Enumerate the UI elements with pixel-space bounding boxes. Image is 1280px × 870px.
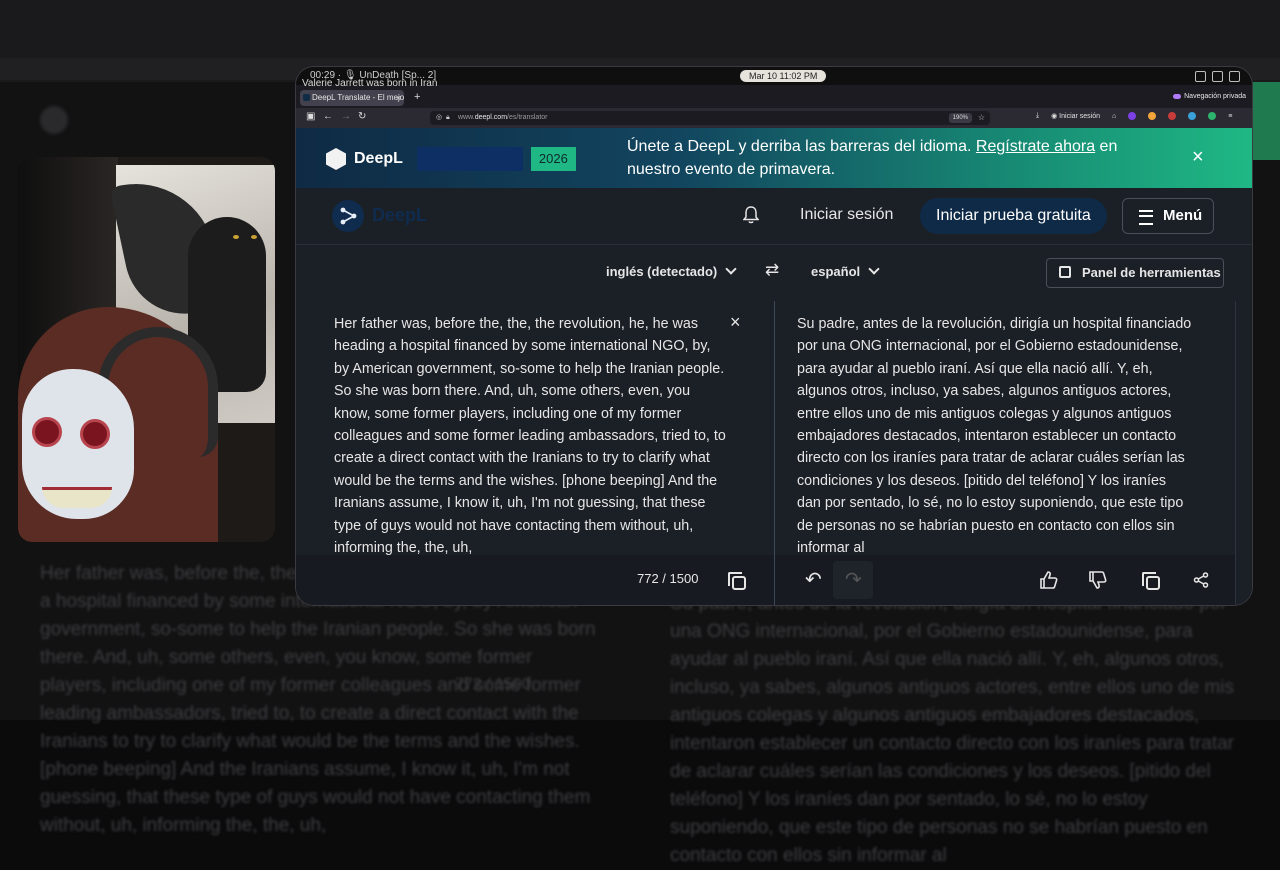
download-icon[interactable]: ⤓ [1036,112,1039,120]
webcam-mask-eye [32,417,62,447]
extensions-icon[interactable]: ⌂ [1112,113,1116,120]
maximize-icon[interactable] [1212,71,1223,82]
thumbs-down-icon[interactable] [1088,570,1108,590]
tab-deepl[interactable]: DeepL Translate - El mejor tr × [300,90,404,106]
extension-icon[interactable] [1208,112,1217,120]
banner-year-badge: 2026 [530,147,576,171]
lock-icon[interactable]: 🔒︎ [446,111,450,125]
source-textarea[interactable]: Her father was, before the, the, the rev… [334,313,728,555]
deepl-favicon-icon [303,94,310,101]
app-header: DeepL Iniciar sesión Iniciar prueba grat… [296,188,1252,245]
chevron-down-icon [868,263,880,275]
promo-banner: DeepL 2026 Únete a DeepL y derriba las b… [296,128,1252,188]
extension-icon[interactable] [1168,112,1177,120]
webcam-cat-eye [251,235,257,239]
bookmark-star-icon[interactable]: ☆ [978,111,985,125]
deepl-mark-icon [340,207,357,225]
background-char-count: 772 / 1500 [455,676,531,693]
system-clock[interactable]: Mar 10 11:02 PM [740,70,827,82]
webcam-overlay [18,157,275,542]
close-window-icon[interactable] [1229,71,1240,82]
copy-translation-icon[interactable] [1142,572,1160,590]
extension-icon[interactable] [1188,112,1197,120]
source-language-select[interactable]: inglés (detectado) [606,263,737,279]
banner-close-icon[interactable]: × [1192,146,1204,169]
target-language-select[interactable]: español [811,263,880,279]
target-pane: Su padre, antes de la revolución, dirigí… [775,301,1235,605]
forward-icon[interactable]: → [341,111,351,122]
new-tab-button[interactable]: + [414,91,420,103]
banner-logo: DeepL 2026 [326,147,576,171]
redo-button[interactable]: ↷ [833,561,873,599]
free-trial-button[interactable]: Iniciar prueba gratuita [920,198,1107,234]
background-banner-edge [1252,82,1280,160]
back-icon[interactable]: ← [323,111,333,122]
toolbar-right: ⤓ ◉ Iniciar sesión ⌂ ≡ [1036,112,1232,120]
character-counter: 772 / 1500 [637,571,699,586]
tab-close-icon[interactable]: × [396,90,401,106]
tools-panel-label: Panel de herramientas [1082,265,1221,280]
deepl-logo[interactable] [332,200,364,232]
webcam-cat-eye [233,235,239,239]
banner-event-badge [416,147,523,171]
site-info-icon[interactable]: ◎ [436,111,442,125]
panel-icon [1059,266,1071,278]
hamburger-icon [1139,210,1153,225]
translation-output: Su padre, antes de la revolución, dirigí… [797,316,1192,555]
window-controls [1195,71,1240,82]
webcam-mask-eye [80,419,110,449]
undo-icon[interactable]: ↶ [805,567,822,592]
reload-icon[interactable]: ↻ [358,111,366,122]
minimize-icon[interactable] [1195,71,1206,82]
copy-source-icon[interactable] [728,572,746,590]
signin-link[interactable]: Iniciar sesión [800,206,893,224]
private-mask-icon [1173,94,1182,99]
private-label: Navegación privada [1184,93,1246,100]
banner-logo-word: DeepL [354,150,403,167]
tab-title: DeepL Translate - El mejor tr [312,93,404,102]
deepl-logo-icon [326,148,346,170]
source-footer: 772 / 1500 [296,555,774,605]
nav-bar: ▣ ← → ↻ ◎ 🔒︎ www.deepl.com/es/translator… [296,108,1252,128]
app-menu-icon[interactable]: ≡ [1228,113,1232,120]
browser-window: 00:29 · 🎙 UnDeath [Sp... 2] Mar 10 11:02… [296,67,1252,605]
extension-icon[interactable] [1148,112,1157,120]
target-footer: ↶ ↷ [775,555,1235,605]
tab-bar: DeepL Translate - El mejor tr × + Navega… [296,88,1252,108]
source-pane: Her father was, before the, the, the rev… [296,301,774,605]
menu-label: Menú [1163,207,1203,224]
deepl-wordmark: DeepL [372,205,428,225]
background-logo [40,106,68,134]
chevron-down-icon [725,263,737,275]
clear-text-icon[interactable]: × [730,312,741,333]
extension-icon[interactable] [1128,112,1137,120]
share-icon[interactable] [1193,572,1209,588]
menu-button[interactable]: Menú [1122,198,1214,234]
tools-panel-button[interactable]: Panel de herramientas [1046,258,1224,288]
bell-icon[interactable] [743,206,759,224]
language-bar: inglés (detectado) ⇄ español Panel de he… [296,245,1252,301]
thumbs-up-icon[interactable] [1039,570,1059,590]
redo-icon: ↷ [845,569,862,591]
system-bar: 00:29 · 🎙 UnDeath [Sp... 2] Mar 10 11:02… [296,67,1252,85]
zoom-level[interactable]: 190% [948,113,972,123]
webcam-mask-mouth [42,487,112,508]
sidebar-toggle-icon[interactable]: ▣ [306,111,315,122]
url-text: www.deepl.com/es/translator [458,114,548,121]
url-bar[interactable]: ◎ 🔒︎ www.deepl.com/es/translator 190% ☆ [430,111,990,125]
banner-register-link[interactable]: Regístrate ahora [976,138,1095,155]
account-signin-button[interactable]: ◉ Iniciar sesión [1051,112,1100,120]
private-browsing-indicator: Navegación privada [1173,93,1246,100]
banner-message: Únete a DeepL y derriba las barreras del… [627,138,1118,178]
pane-right-border [1235,301,1236,605]
deepl-page: DeepL 2026 Únete a DeepL y derriba las b… [296,128,1252,605]
swap-languages-icon[interactable]: ⇄ [765,260,779,280]
